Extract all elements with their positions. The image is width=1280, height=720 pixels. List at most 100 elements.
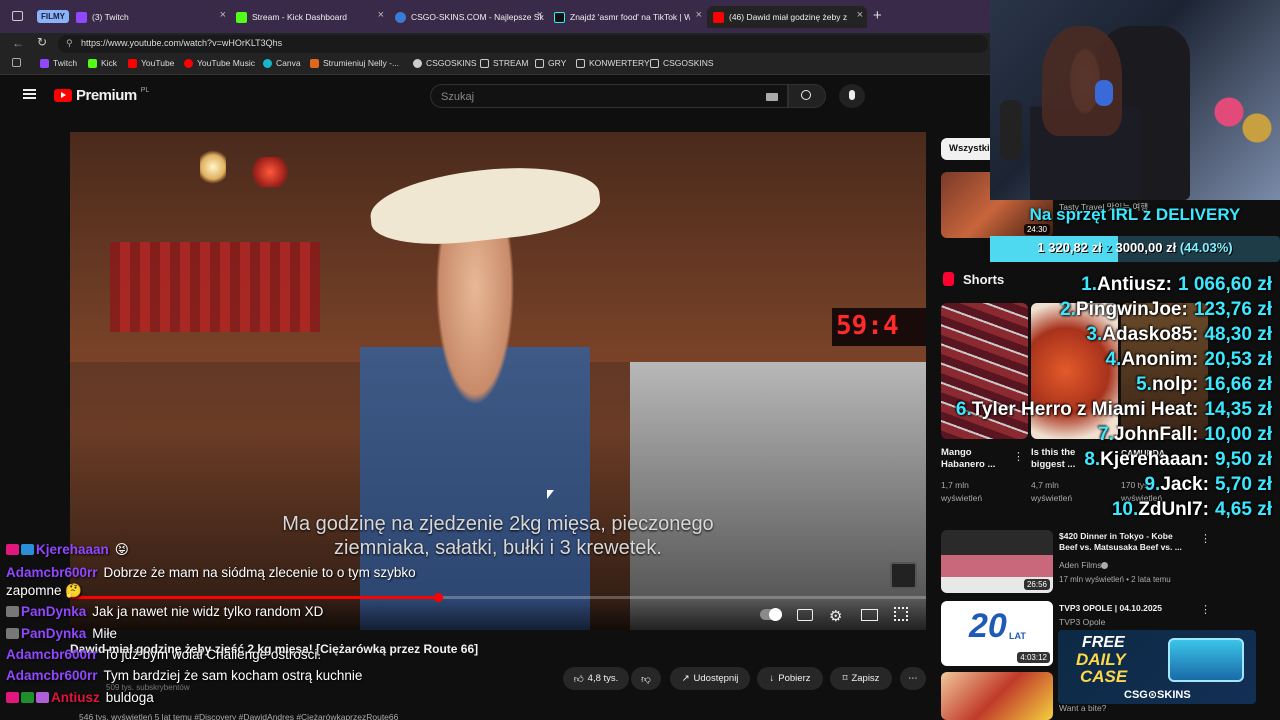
- bookmark-csgoskins[interactable]: CSGOSKINS: [413, 58, 477, 68]
- case-box-icon: [1168, 638, 1244, 682]
- tab-tiktok[interactable]: Znajdź 'asmr food' na TikTok | Wy ×: [548, 6, 706, 28]
- rec-kobe-title[interactable]: $420 Dinner in Tokyo - Kobe Beef vs. Mat…: [1059, 531, 1189, 553]
- close-tab-icon[interactable]: ×: [857, 9, 863, 21]
- keyboard-icon[interactable]: [766, 93, 778, 101]
- download-button[interactable]: ↓ Pobierz: [757, 667, 823, 690]
- leaderboard-row: 1.Antiusz: 1 066,60 zł: [1081, 274, 1272, 296]
- chat-text: Miłe: [92, 626, 118, 641]
- close-tab-icon[interactable]: ×: [220, 9, 226, 21]
- plush-toys: [1208, 80, 1278, 160]
- leaderboard-donor: ZdUnI7:: [1138, 499, 1209, 520]
- youtube-play-icon: [54, 89, 72, 102]
- site-info-icon[interactable]: ⚲: [66, 38, 73, 49]
- chat-username: Kjerehaaan: [36, 542, 109, 557]
- voice-search-button[interactable]: [839, 84, 865, 108]
- bookmark-youtube[interactable]: YouTube: [128, 58, 174, 68]
- chat-badge-icon: [36, 692, 49, 703]
- dislike-button[interactable]: 👎︎: [631, 667, 661, 690]
- rec-kobe-more-icon[interactable]: ⋮: [1200, 532, 1211, 545]
- video-player[interactable]: 59:4 Ma godzinę na zjedzenie 2kg mięsa, …: [70, 132, 926, 630]
- url-field[interactable]: ⚲ https://www.youtube.com/watch?v=wHOrKL…: [58, 35, 988, 53]
- theater-mode-icon[interactable]: [861, 609, 878, 621]
- search-button[interactable]: [788, 84, 826, 108]
- save-button[interactable]: ⌑ Zapisz: [830, 667, 892, 690]
- fullscreen-icon[interactable]: [894, 607, 908, 621]
- tab-youtube-active[interactable]: (46) Dawid miał godzinę żeby zje ×: [707, 6, 867, 28]
- donation-goal-title: Na sprzęt IRL z DELIVERY: [1029, 205, 1241, 224]
- bookmarks-menu-icon[interactable]: [12, 58, 21, 67]
- bookmark-folder-konwertery[interactable]: KONWERTERY: [576, 58, 650, 68]
- tvp3-anniversary-label: LAT: [1009, 631, 1026, 641]
- folder-icon: [576, 58, 585, 68]
- leaderboard-row: 8.Kjerehaaan: 9,50 zł: [1084, 449, 1272, 471]
- youtube-icon: [128, 58, 137, 68]
- short-1-title[interactable]: Mango Habanero ...: [941, 447, 1011, 471]
- bookmark-kick[interactable]: Kick: [88, 58, 117, 68]
- rec-thumbnail-kobe[interactable]: 26:56: [941, 530, 1053, 593]
- new-tab-button[interactable]: +: [873, 7, 882, 24]
- leaderboard-rank: 7.: [1098, 424, 1114, 445]
- like-button[interactable]: 👍︎ 4,8 tys.: [563, 667, 629, 690]
- rec-bottom-channel: Want a bite?: [1059, 703, 1107, 713]
- leaderboard-amount: 10,00 zł: [1204, 424, 1272, 445]
- url-text[interactable]: https://www.youtube.com/watch?v=wHOrKLT3…: [81, 38, 282, 48]
- leaderboard-row: 4.Anonim: 20,53 zł: [1105, 349, 1272, 371]
- short-1-more-icon[interactable]: ⋮: [1013, 450, 1024, 463]
- menu-icon[interactable]: [23, 89, 36, 99]
- more-actions-button[interactable]: ⋯: [900, 667, 926, 690]
- rec-kobe-meta: 17 mln wyświetleń • 2 lata temu: [1059, 575, 1171, 584]
- rec-thumbnail-bottom[interactable]: [941, 672, 1053, 720]
- rec-tvp3-channel[interactable]: TVP3 Opole: [1059, 617, 1105, 628]
- reload-icon[interactable]: ↻: [37, 35, 47, 49]
- chat-badge-icon: [6, 692, 19, 703]
- tab-kick[interactable]: Stream - Kick Dashboard ×: [230, 6, 388, 28]
- chat-badge-icon: [21, 692, 34, 703]
- chandelier: [200, 147, 226, 187]
- short-2-title[interactable]: Is this the biggest ...: [1031, 447, 1091, 471]
- bookmark-strumieniuj[interactable]: Strumieniuj Nelly -...: [310, 58, 399, 68]
- rec-kobe-channel[interactable]: Aden Films: [1059, 560, 1102, 571]
- short-1-views-label: wyświetleń: [941, 493, 983, 503]
- progress-scrubber[interactable]: [434, 593, 443, 602]
- leaderboard-rank: 1.: [1081, 274, 1098, 295]
- settings-gear-icon[interactable]: ⚙: [829, 607, 842, 625]
- bookmark-youtube-music[interactable]: YouTube Music: [184, 58, 255, 68]
- leaderboard-donor: Tyler Herro z Miami Heat:: [971, 399, 1199, 420]
- close-tab-icon[interactable]: ×: [378, 9, 384, 21]
- close-tab-icon[interactable]: ×: [537, 9, 543, 21]
- tab-overview-icon[interactable]: [12, 11, 23, 21]
- tab-twitch[interactable]: (3) Twitch ×: [70, 6, 230, 28]
- bookmarks-bar: Twitch Kick YouTube YouTube Music Canva …: [0, 55, 990, 75]
- bookmark-canva[interactable]: Canva: [263, 58, 301, 68]
- tab-csgo-skins[interactable]: CSGO-SKINS.COM - Najlepsze Sk ×: [389, 6, 547, 28]
- bookmark-folder-csgoskins[interactable]: CSGOSKINS: [650, 58, 714, 68]
- chat-username: Adamcbr600rr: [6, 647, 98, 662]
- rec-tvp3-title[interactable]: TVP3 OPOLE | 04.10.2025: [1059, 602, 1162, 614]
- leaderboard-rank: 3.: [1086, 324, 1103, 345]
- leaderboard-amount: 5,70 zł: [1214, 474, 1272, 495]
- thumbs-up-icon: 👍︎: [573, 673, 584, 685]
- donation-goal-text: 1 320,82 zł z 3000,00 zł (44.03%): [1037, 240, 1233, 255]
- search-input[interactable]: Szukaj: [430, 84, 788, 108]
- kick-icon: [236, 11, 247, 23]
- close-tab-icon[interactable]: ×: [696, 9, 702, 21]
- share-button[interactable]: ↗ Udostępnij: [670, 667, 750, 690]
- twitch-icon: [76, 11, 87, 23]
- subtitles-icon[interactable]: [797, 609, 813, 621]
- bookmark-folder-gry[interactable]: GRY: [535, 58, 566, 68]
- back-icon[interactable]: ←: [12, 36, 24, 50]
- related-video-icon[interactable]: [890, 562, 917, 589]
- rec-thumbnail-tvp3[interactable]: 20 LAT 4:03:12: [941, 601, 1053, 666]
- youtube-logo[interactable]: Premium PL: [54, 87, 149, 104]
- autoplay-toggle[interactable]: [760, 608, 782, 621]
- chat-text: Jak ja nawet nie widz tylko random XD: [92, 604, 324, 619]
- search-icon: [801, 90, 811, 100]
- ad-case: CASE: [1080, 667, 1128, 686]
- leaderboard-amount: 9,50 zł: [1214, 449, 1272, 470]
- video-description-line[interactable]: 546 tys. wyświetleń 5 lat temu #Discover…: [79, 712, 398, 720]
- tab-group-label[interactable]: FILMY: [37, 10, 69, 23]
- bookmark-twitch[interactable]: Twitch: [40, 58, 77, 68]
- bookmark-folder-stream[interactable]: STREAM: [480, 58, 528, 68]
- rec-tvp3-more-icon[interactable]: ⋮: [1200, 603, 1211, 616]
- chat-message: PanDynka Miłe: [6, 626, 117, 641]
